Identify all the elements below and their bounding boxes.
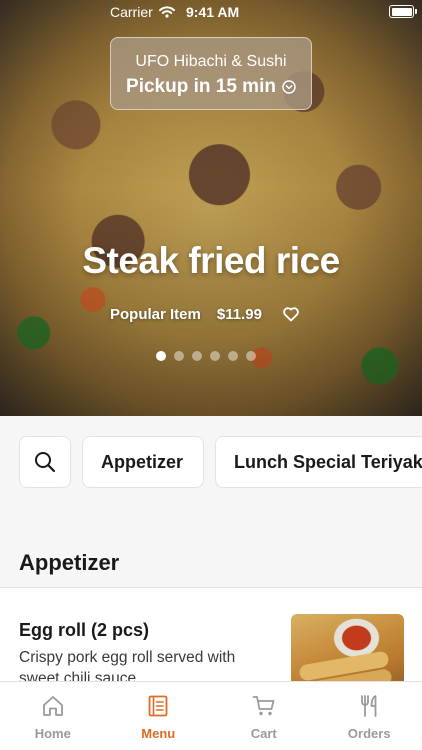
status-bar: Carrier 9:41 AM — [0, 0, 422, 24]
tab-label: Menu — [141, 726, 176, 741]
tab-bar: Home Menu Cart Orders — [0, 681, 422, 750]
carousel-dot[interactable] — [192, 351, 202, 361]
tab-home[interactable]: Home — [0, 682, 106, 750]
category-chip-lunch-special[interactable]: Lunch Special Teriyaki — [215, 436, 422, 488]
carousel-dot[interactable] — [210, 351, 220, 361]
carrier-label: Carrier — [110, 4, 153, 20]
status-time: 9:41 AM — [186, 4, 240, 20]
wifi-icon — [158, 6, 175, 18]
battery-icon — [389, 5, 417, 18]
tab-menu[interactable]: Menu — [106, 682, 212, 750]
featured-price: $11.99 — [216, 305, 262, 323]
chevron-down-circle-icon — [282, 80, 296, 94]
pickup-time: Pickup in 15 min — [126, 76, 276, 97]
carousel-dot[interactable] — [174, 351, 184, 361]
carrier-group: Carrier — [110, 4, 175, 20]
category-bar: Appetizer Lunch Special Teriyaki — [0, 416, 422, 512]
menu-icon — [148, 695, 168, 717]
tab-cart[interactable]: Cart — [211, 682, 317, 750]
pickup-row: Pickup in 15 min — [111, 75, 311, 99]
featured-dish-title: Steak fried rice — [82, 240, 340, 281]
tab-label: Home — [34, 726, 71, 741]
home-icon — [42, 696, 63, 716]
tab-label: Cart — [250, 726, 277, 741]
carousel-dot[interactable] — [156, 351, 166, 361]
section-title: Appetizer — [19, 550, 120, 575]
featured-dish-meta: Popular Item $11.99 — [110, 305, 300, 323]
store-name: UFO Hibachi & Sushi — [135, 53, 287, 70]
search-button[interactable] — [19, 436, 71, 488]
menu-item-name: Egg roll (2 pcs) — [19, 620, 150, 640]
tab-orders[interactable]: Orders — [317, 682, 422, 750]
menu-section: Appetizer — [0, 512, 422, 588]
search-icon — [35, 452, 56, 473]
heart-icon[interactable] — [282, 305, 300, 323]
carousel-dot[interactable] — [246, 351, 256, 361]
tab-label: Orders — [347, 726, 391, 741]
fork-knife-icon — [361, 695, 377, 717]
cart-icon — [252, 696, 275, 716]
store-selector[interactable]: UFO Hibachi & Sushi Pickup in 15 min — [110, 37, 312, 110]
carousel-indicator[interactable] — [156, 351, 256, 361]
category-chip-appetizer[interactable]: Appetizer — [82, 436, 204, 488]
carousel-dot[interactable] — [228, 351, 238, 361]
popular-badge: Popular Item — [110, 305, 201, 323]
